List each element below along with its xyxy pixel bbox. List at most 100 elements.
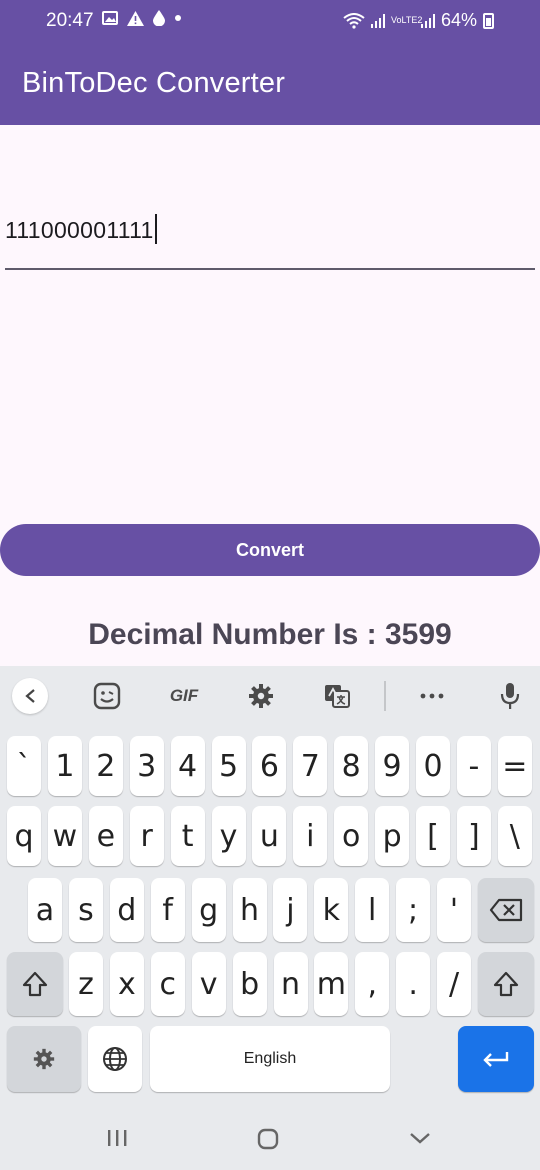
key-row1-11[interactable]: - <box>456 736 491 796</box>
keyboard-settings-key[interactable] <box>7 1026 81 1092</box>
key-row4-2[interactable]: c <box>150 952 185 1016</box>
backspace-key[interactable] <box>478 878 534 942</box>
key-row1-4[interactable]: 4 <box>170 736 205 796</box>
keyboard-settings-button[interactable] <box>244 678 278 714</box>
key-row2-8[interactable]: o <box>334 806 369 866</box>
key-row3-3[interactable]: f <box>150 878 185 942</box>
backspace-icon <box>489 898 523 922</box>
binary-input-field[interactable]: 111000001111 <box>5 198 535 270</box>
shift-key-right[interactable] <box>478 952 534 1016</box>
chevron-down-icon <box>410 1133 430 1144</box>
key-row2-2[interactable]: e <box>88 806 123 866</box>
home-button[interactable] <box>256 1128 280 1155</box>
battery-icon <box>483 12 494 29</box>
key-row3-6[interactable]: j <box>273 878 308 942</box>
key-row1-0[interactable]: ` <box>7 736 41 796</box>
key-row4-1[interactable]: x <box>109 952 144 1016</box>
key-row1-5[interactable]: 5 <box>211 736 246 796</box>
key-row4-4[interactable]: b <box>232 952 267 1016</box>
text-caret <box>154 214 157 244</box>
key-row2-1[interactable]: w <box>47 806 82 866</box>
sticker-emoji-icon <box>93 682 121 710</box>
key-row4-7[interactable]: , <box>355 952 390 1016</box>
binary-input-text[interactable]: 111000001111 <box>5 214 157 244</box>
key-row1-7[interactable]: 7 <box>293 736 328 796</box>
key-row2-0[interactable]: q <box>7 806 41 866</box>
app-title: BinToDec Converter <box>22 67 286 99</box>
status-bar: 20:47 VoLTE2 64% <box>0 0 540 44</box>
toolbar-divider <box>384 681 386 711</box>
key-row2-11[interactable]: ] <box>456 806 491 866</box>
key-row2-7[interactable]: i <box>293 806 328 866</box>
key-row4-9[interactable]: / <box>437 952 472 1016</box>
key-row3-4[interactable]: g <box>191 878 226 942</box>
result-text: Decimal Number Is : 3599 <box>88 618 452 651</box>
key-row3-2[interactable]: d <box>109 878 144 942</box>
voice-input-button[interactable] <box>496 678 524 714</box>
recent-apps-button[interactable] <box>106 1128 128 1153</box>
volte-icon: VoLTE2 <box>390 15 423 25</box>
system-icons: VoLTE2 64% <box>343 10 494 31</box>
system-navigation-bar <box>0 1108 540 1170</box>
key-row1-1[interactable]: 1 <box>47 736 82 796</box>
emoji-button[interactable] <box>90 678 124 714</box>
key-row1-12[interactable]: = <box>497 736 532 796</box>
key-row3-8[interactable]: l <box>355 878 390 942</box>
key-row4-3[interactable]: v <box>191 952 226 1016</box>
key-row4-6[interactable]: m <box>314 952 349 1016</box>
gif-button[interactable]: GIF <box>164 678 204 714</box>
key-row1-9[interactable]: 9 <box>375 736 410 796</box>
key-row3-7[interactable]: k <box>314 878 349 942</box>
notification-icons <box>102 10 182 26</box>
shift-icon <box>493 971 519 997</box>
translate-button[interactable] <box>322 678 352 714</box>
home-icon <box>257 1128 279 1150</box>
gallery-icon <box>102 11 118 25</box>
drop-icon <box>153 10 165 26</box>
key-row1-10[interactable]: 0 <box>416 736 450 796</box>
space-key[interactable]: English <box>150 1026 390 1092</box>
shift-key-left[interactable] <box>7 952 63 1016</box>
key-row1-2[interactable]: 2 <box>88 736 123 796</box>
key-row3-9[interactable]: ; <box>396 878 431 942</box>
key-row2-4[interactable]: t <box>170 806 205 866</box>
key-row3-1[interactable]: s <box>68 878 103 942</box>
app-top-bar: 20:47 VoLTE2 64% BinToDec Converter <box>0 0 540 125</box>
more-horizontal-icon <box>420 693 444 699</box>
language-key[interactable] <box>88 1026 142 1092</box>
key-row2-10[interactable]: [ <box>416 806 450 866</box>
key-row1-6[interactable]: 6 <box>252 736 287 796</box>
signal-icon <box>370 13 385 28</box>
key-row2-6[interactable]: u <box>252 806 287 866</box>
key-row4-0[interactable]: z <box>69 952 103 1016</box>
enter-arrow-icon <box>483 1052 509 1067</box>
microphone-icon <box>500 683 520 709</box>
back-button[interactable] <box>408 1128 432 1153</box>
key-row2-9[interactable]: p <box>375 806 410 866</box>
battery-percent: 64% <box>440 10 477 30</box>
status-time: 20:47 <box>46 10 94 31</box>
key-row3-5[interactable]: h <box>232 878 267 942</box>
key-row2-12[interactable]: \ <box>497 806 532 866</box>
gear-icon <box>249 684 273 708</box>
globe-icon <box>103 1047 127 1071</box>
key-row4-8[interactable]: . <box>396 952 431 1016</box>
enter-key[interactable] <box>458 1026 534 1092</box>
key-row3-0[interactable]: a <box>28 878 62 942</box>
soft-keyboard: GIF ` 1 2 3 4 5 6 7 8 9 0- = q w e r t y u i o p[] \ a s d f g h j k l;… <box>0 666 540 1170</box>
key-row3-10[interactable]: ' <box>437 878 471 942</box>
key-row2-5[interactable]: y <box>211 806 246 866</box>
more-options-button[interactable] <box>418 678 446 714</box>
chevron-left-icon <box>25 689 35 703</box>
convert-button[interactable]: Convert <box>0 524 540 576</box>
key-row4-5[interactable]: n <box>273 952 308 1016</box>
warning-icon <box>127 10 144 26</box>
key-row2-3[interactable]: r <box>129 806 164 866</box>
gear-icon <box>33 1048 55 1070</box>
key-row1-8[interactable]: 8 <box>334 736 369 796</box>
translate-icon <box>325 685 350 708</box>
keyboard-back-button[interactable] <box>12 678 48 714</box>
binary-input-value: 111000001111 <box>5 217 154 243</box>
signal-icon-2 <box>420 13 435 28</box>
key-row1-3[interactable]: 3 <box>129 736 164 796</box>
